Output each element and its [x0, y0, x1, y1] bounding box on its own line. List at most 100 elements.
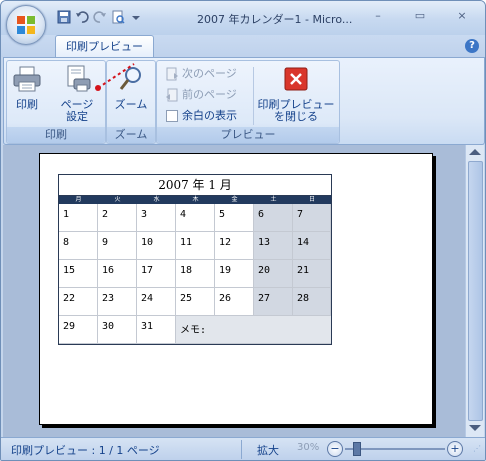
calendar-cell: 12 [215, 232, 254, 260]
ribbon: 印刷 ページ 設定 印刷 ズーム ズーム 次のページ 前のページ 余白の表示 印… [3, 57, 485, 145]
calendar-cell-weekend: 28 [293, 288, 331, 316]
calendar-memo: メモ: [176, 316, 331, 344]
previous-page-icon [165, 88, 179, 102]
calendar-cell: 25 [176, 288, 215, 316]
calendar-cell: 31 [137, 316, 176, 344]
calendar-cell: 5 [215, 204, 254, 232]
calendar-cell: 17 [137, 260, 176, 288]
close-preview-button[interactable]: 印刷プレビュー を閉じる [257, 65, 335, 123]
status-bar: 印刷プレビュー : 1 / 1 ページ 拡大 30% − + ⋰ [1, 437, 485, 460]
calendar-cell: 18 [176, 260, 215, 288]
undo-icon[interactable] [75, 10, 89, 24]
save-icon[interactable] [57, 10, 71, 24]
calendar-cell-weekend: 27 [254, 288, 293, 316]
print-preview-icon[interactable] [111, 10, 125, 24]
calendar-cell: 29 [59, 316, 98, 344]
calendar-title: 2007 年 1 月 [59, 175, 331, 196]
zoom-percent: 30% [297, 442, 320, 453]
calendar-cell: 3 [137, 204, 176, 232]
next-page-button[interactable]: 次のページ [165, 65, 237, 83]
print-group-label: 印刷 [7, 127, 105, 143]
previous-page-button[interactable]: 前のページ [165, 86, 237, 104]
preview-page: 2007 年 1 月 月 火 水 木 金 土 日 1 2 3 4 5 6 7 8… [39, 153, 433, 425]
page-setup-button[interactable]: ページ 設定 [57, 65, 97, 123]
day-header-sun: 日 [308, 196, 315, 203]
calendar-grid: 1 2 3 4 5 6 7 8 9 10 11 12 13 14 15 16 1… [59, 204, 331, 344]
customize-icon[interactable] [129, 10, 143, 24]
calendar-cell: 10 [137, 232, 176, 260]
show-margins-label: 余白の表示 [182, 109, 237, 122]
help-icon[interactable]: ? [465, 39, 479, 53]
zoom-slider-thumb[interactable] [353, 442, 362, 456]
calendar-cell: 4 [176, 204, 215, 232]
resize-grip-icon[interactable]: ⋰ [473, 444, 483, 456]
close-preview-icon [284, 67, 308, 91]
page-info: 印刷プレビュー : 1 / 1 ページ [11, 444, 160, 457]
next-page-icon [165, 67, 179, 81]
page-setup-label-line2: 設定 [66, 110, 88, 123]
calendar-cell: 1 [59, 204, 98, 232]
calendar-cell: 22 [59, 288, 98, 316]
excel-window: 2007 年カレンダー1 - Micro... – ▭ × 印刷プレビュー ? [0, 0, 486, 461]
next-page-label: 次のページ [182, 67, 237, 80]
zoom-group-label: ズーム [107, 127, 155, 143]
calendar-cell: 11 [176, 232, 215, 260]
calendar-cell-weekend: 7 [293, 204, 331, 232]
zoom-button-label: ズーム [114, 98, 148, 111]
annotation-arrow [95, 63, 135, 91]
calendar-cell: 24 [137, 288, 176, 316]
office-button[interactable] [6, 5, 46, 45]
preview-group: 次のページ 前のページ 余白の表示 印刷プレビュー を閉じる プレビュー [156, 60, 340, 144]
close-preview-label-line2: を閉じる [274, 110, 318, 123]
day-header-thu: 木 [192, 196, 199, 203]
calendar-cell: 16 [98, 260, 137, 288]
window-title: 2007 年カレンダー1 - Micro... [197, 13, 353, 26]
office-logo-icon [17, 16, 35, 34]
day-header-fri: 金 [231, 196, 238, 203]
day-header-tue: 火 [114, 196, 121, 203]
day-header-sat: 土 [270, 196, 277, 203]
preview-group-label: プレビュー [157, 127, 339, 143]
status-separator [241, 440, 242, 459]
quick-access-toolbar [57, 10, 143, 24]
print-button-label: 印刷 [16, 98, 38, 111]
tab-print-preview[interactable]: 印刷プレビュー [55, 35, 154, 58]
ribbon-tab-row: 印刷プレビュー ? [1, 35, 485, 58]
calendar-cell: 23 [98, 288, 137, 316]
previous-page-label: 前のページ [182, 88, 237, 101]
minimize-button[interactable]: – [363, 7, 393, 25]
scroll-down-icon[interactable] [469, 425, 481, 431]
close-window-button[interactable]: × [447, 7, 477, 25]
calendar-cell: 8 [59, 232, 98, 260]
calendar-cell: 2 [98, 204, 137, 232]
calendar-cell: 26 [215, 288, 254, 316]
zoom-label: 拡大 [257, 444, 279, 457]
printer-icon [13, 66, 41, 92]
calendar-cell-weekend: 6 [254, 204, 293, 232]
print-button[interactable]: 印刷 [11, 65, 43, 111]
zoom-out-icon[interactable]: − [327, 441, 343, 457]
calendar-cell: 9 [98, 232, 137, 260]
calendar-cell-weekend: 20 [254, 260, 293, 288]
scroll-thumb[interactable] [468, 161, 483, 421]
calendar-cell: 30 [98, 316, 137, 344]
day-header-wed: 水 [153, 196, 160, 203]
day-header-mon: 月 [75, 196, 82, 203]
print-preview-area[interactable]: 2007 年 1 月 月 火 水 木 金 土 日 1 2 3 4 5 6 7 8… [3, 145, 465, 437]
zoom-in-icon[interactable]: + [447, 441, 463, 457]
calendar-cell-weekend: 14 [293, 232, 331, 260]
calendar: 2007 年 1 月 月 火 水 木 金 土 日 1 2 3 4 5 6 7 8… [58, 174, 332, 345]
print-group: 印刷 ページ 設定 印刷 [6, 60, 106, 144]
scroll-up-icon[interactable] [469, 149, 481, 155]
calendar-cell: 15 [59, 260, 98, 288]
page-setup-icon [67, 65, 91, 92]
title-bar: 2007 年カレンダー1 - Micro... – ▭ × [1, 1, 485, 35]
calendar-day-header: 月 火 水 木 金 土 日 [59, 196, 331, 204]
redo-icon[interactable] [93, 10, 107, 24]
group-divider [253, 67, 254, 125]
show-margins-checkbox[interactable]: 余白の表示 [165, 107, 237, 125]
maximize-button[interactable]: ▭ [405, 7, 435, 25]
calendar-cell: 19 [215, 260, 254, 288]
checkbox-icon [165, 109, 179, 123]
vertical-scrollbar[interactable] [465, 145, 484, 437]
